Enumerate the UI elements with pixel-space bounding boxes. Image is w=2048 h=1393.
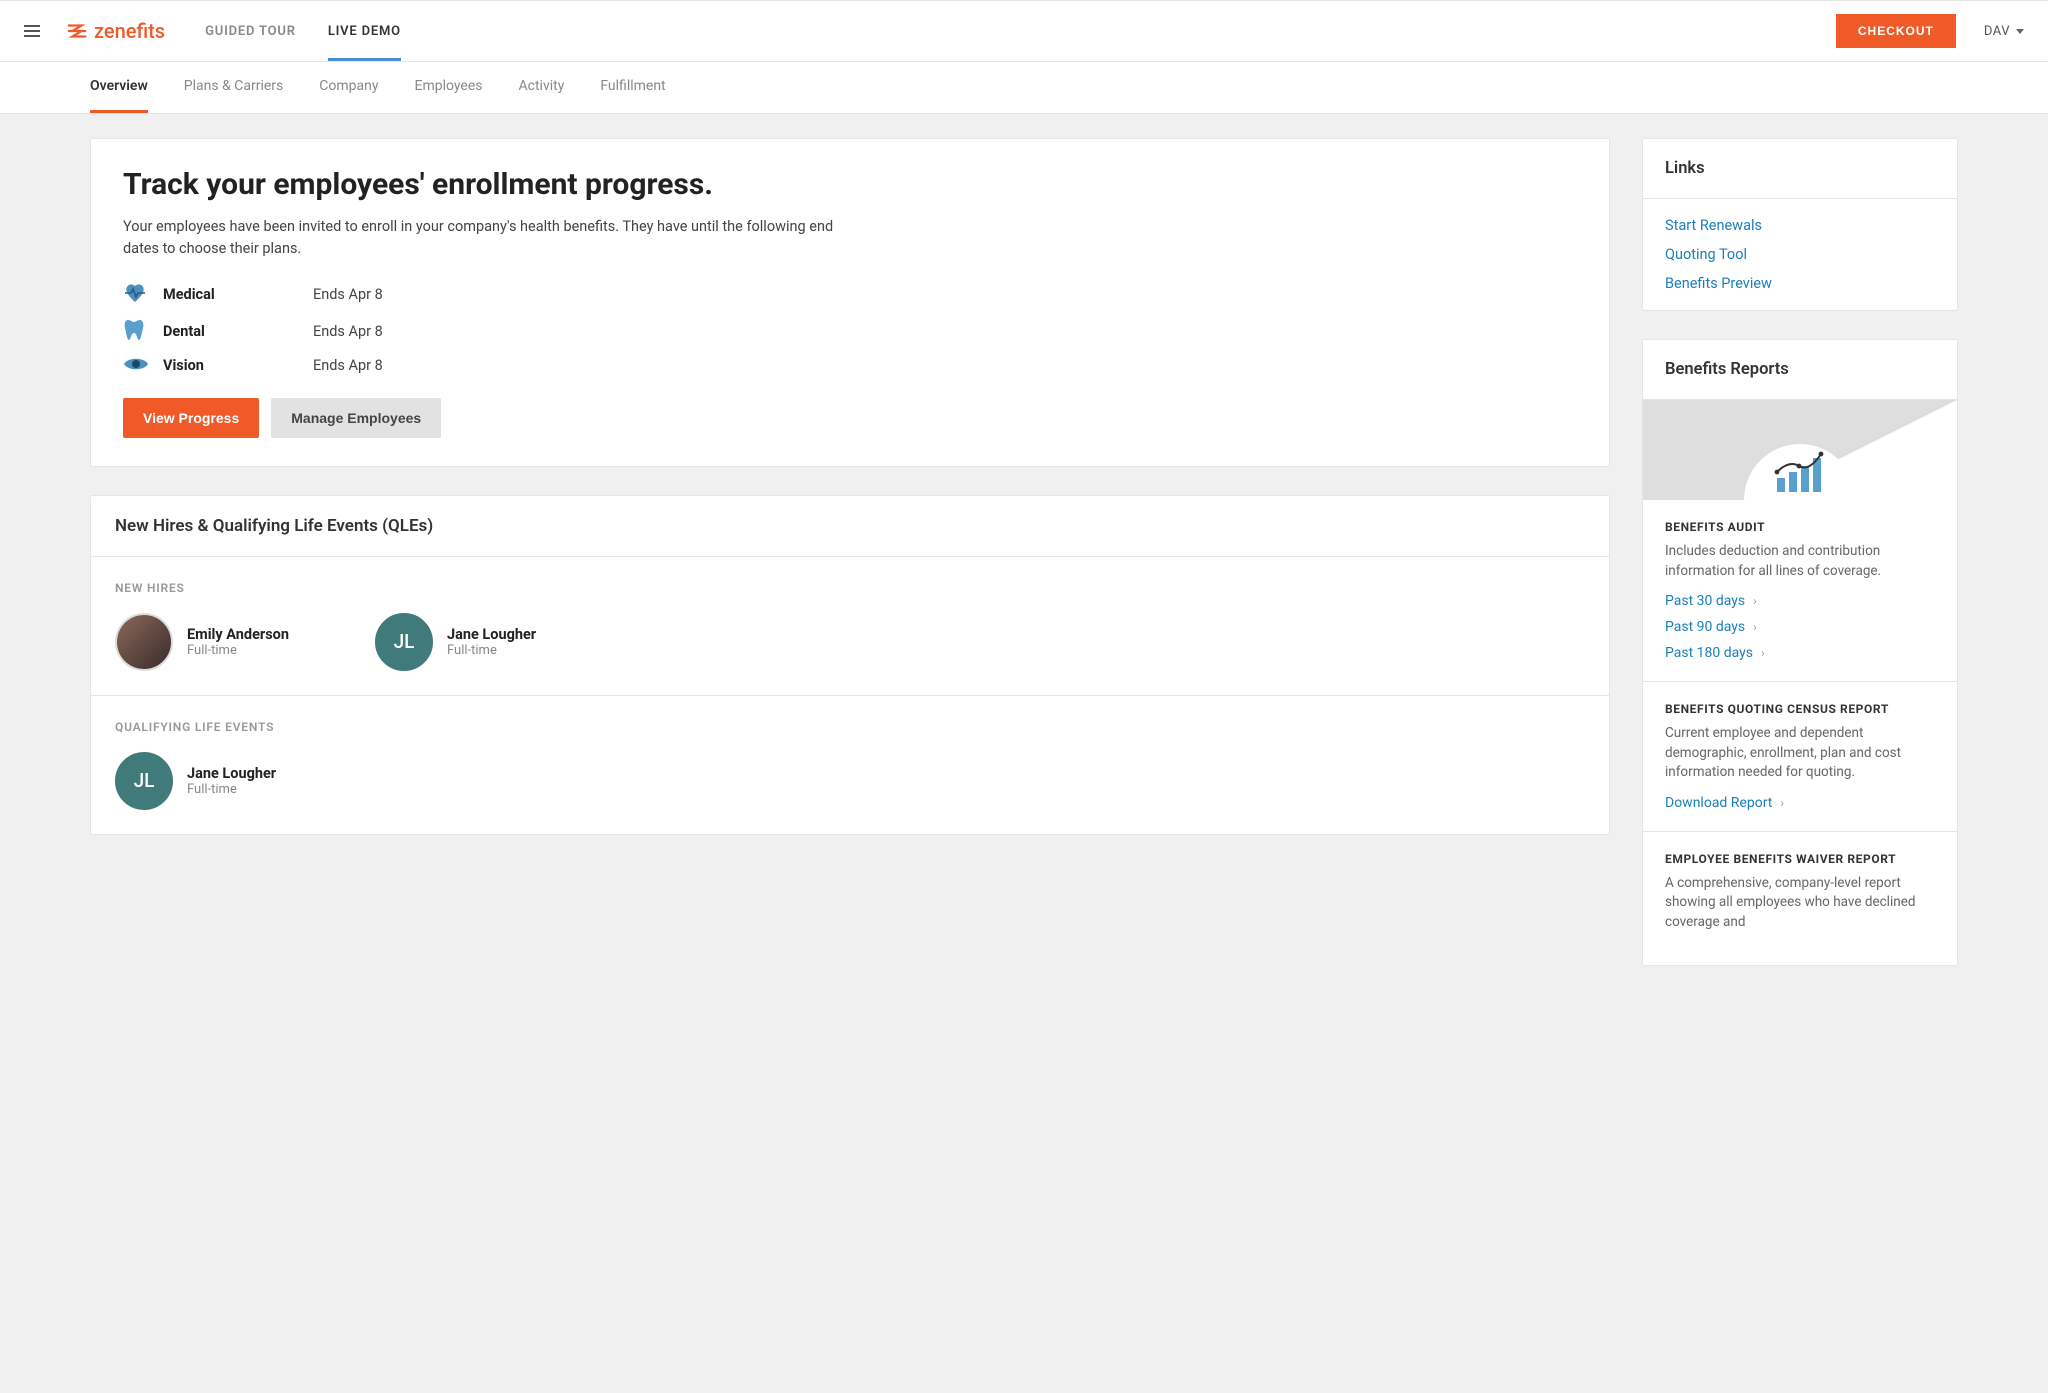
report-link-past-180[interactable]: Past 180 days› [1665,645,1935,661]
report-link-past-90[interactable]: Past 90 days› [1665,619,1935,635]
brand-text: zenefits [94,19,165,43]
avatar [115,613,173,671]
user-label: DAV [1984,24,2010,39]
hires-qle-title: New Hires & Qualifying Life Events (QLEs… [91,496,1609,557]
page-lead: Your employees have been invited to enro… [123,216,843,260]
report-desc: Includes deduction and contribution info… [1665,542,1935,581]
benefit-end-date: Ends Apr 8 [313,323,383,340]
chevron-right-icon: › [1761,646,1765,660]
report-block-census: BENEFITS QUOTING CENSUS REPORT Current e… [1643,682,1957,832]
checkout-button[interactable]: CHECKOUT [1836,14,1956,48]
topbar: zenefits GUIDED TOUR LIVE DEMO CHECKOUT … [0,0,2048,62]
new-hires-label: NEW HIRES [115,581,1585,595]
qle-subsection: QUALIFYING LIFE EVENTS JL Jane Lougher F… [91,696,1609,834]
avatar: JL [375,613,433,671]
person-name: Jane Lougher [447,626,536,643]
chevron-right-icon: › [1753,594,1757,608]
reports-panel-title: Benefits Reports [1643,340,1957,400]
person-card[interactable]: JL Jane Lougher Full-time [115,752,335,810]
link-start-renewals[interactable]: Start Renewals [1665,217,1935,234]
person-employment-type: Full-time [187,782,276,797]
person-card[interactable]: JL Jane Lougher Full-time [375,613,595,671]
benefit-end-date: Ends Apr 8 [313,286,383,303]
tab-employees[interactable]: Employees [415,62,483,113]
person-name: Jane Lougher [187,765,276,782]
benefit-end-date: Ends Apr 8 [313,357,383,374]
report-desc: Current employee and dependent demograph… [1665,724,1935,783]
heartbeat-icon [123,282,163,308]
chevron-right-icon: › [1753,620,1757,634]
benefit-name: Vision [163,357,313,374]
eye-icon [123,356,163,376]
qle-label: QUALIFYING LIFE EVENTS [115,720,1585,734]
benefit-name: Dental [163,323,313,340]
topnav-guided-tour[interactable]: GUIDED TOUR [205,2,296,61]
tab-fulfillment[interactable]: Fulfillment [600,62,665,113]
enrollment-progress-card: Track your employees' enrollment progres… [90,138,1610,467]
links-panel: Links Start Renewals Quoting Tool Benefi… [1642,138,1958,311]
report-title: BENEFITS QUOTING CENSUS REPORT [1665,702,1935,716]
user-menu[interactable]: DAV [1984,24,2024,39]
benefit-row-vision: Vision Ends Apr 8 [123,356,1577,376]
subnav: Overview Plans & Carriers Company Employ… [0,62,2048,114]
link-quoting-tool[interactable]: Quoting Tool [1665,246,1935,263]
chevron-right-icon: › [1780,796,1784,810]
hamburger-menu-icon[interactable] [24,19,48,43]
logo[interactable]: zenefits [66,19,165,43]
report-title: BENEFITS AUDIT [1665,520,1935,534]
manage-employees-button[interactable]: Manage Employees [271,398,441,438]
report-desc: A comprehensive, company-level report sh… [1665,874,1935,933]
person-employment-type: Full-time [447,643,536,658]
person-name: Emily Anderson [187,626,289,643]
hires-qle-card: New Hires & Qualifying Life Events (QLEs… [90,495,1610,835]
person-card[interactable]: Emily Anderson Full-time [115,613,335,671]
report-title: EMPLOYEE BENEFITS WAIVER REPORT [1665,852,1935,866]
reports-hero [1643,400,1957,500]
topnav: GUIDED TOUR LIVE DEMO [205,2,401,61]
tooth-icon [123,318,163,346]
report-link-past-30[interactable]: Past 30 days› [1665,593,1935,609]
reports-panel: Benefits Reports BENEFITS AUDIT Includ [1642,339,1958,966]
links-panel-title: Links [1643,139,1957,199]
benefit-row-dental: Dental Ends Apr 8 [123,318,1577,346]
tab-company[interactable]: Company [319,62,378,113]
tab-plans-carriers[interactable]: Plans & Carriers [184,62,283,113]
page-title: Track your employees' enrollment progres… [123,167,1577,202]
person-employment-type: Full-time [187,643,289,658]
tab-activity[interactable]: Activity [519,62,565,113]
link-benefits-preview[interactable]: Benefits Preview [1665,275,1935,292]
report-block-waiver: EMPLOYEE BENEFITS WAIVER REPORT A compre… [1643,832,1957,965]
report-block-audit: BENEFITS AUDIT Includes deduction and co… [1643,500,1957,682]
report-link-download[interactable]: Download Report› [1665,795,1935,811]
avatar: JL [115,752,173,810]
benefit-name: Medical [163,286,313,303]
benefit-row-medical: Medical Ends Apr 8 [123,282,1577,308]
topnav-live-demo[interactable]: LIVE DEMO [328,2,401,61]
bar-chart-icon [1773,450,1827,494]
new-hires-subsection: NEW HIRES Emily Anderson Full-time JL Ja… [91,557,1609,696]
chevron-down-icon [2016,29,2024,34]
view-progress-button[interactable]: View Progress [123,398,259,438]
tab-overview[interactable]: Overview [90,62,148,113]
zenefits-logo-icon [66,20,88,42]
